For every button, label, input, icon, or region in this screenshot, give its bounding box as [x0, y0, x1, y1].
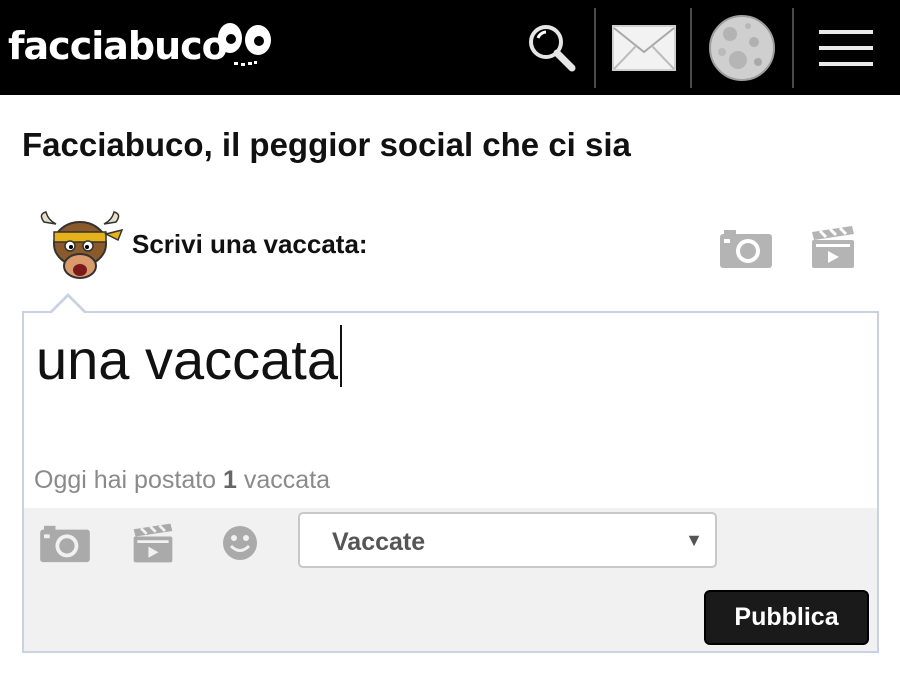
page-title: Facciabuco, il peggior social che ci sia	[22, 126, 631, 163]
logo-eyes-icon	[218, 23, 271, 66]
smiley-icon[interactable]	[221, 524, 259, 562]
camera-icon[interactable]	[718, 226, 774, 270]
chevron-down-icon: ▼	[685, 530, 703, 550]
site-logo-text[interactable]: facciabuco	[8, 24, 228, 68]
video-clapper-icon[interactable]	[808, 222, 858, 272]
post-textarea[interactable]: una vaccata	[36, 325, 342, 392]
video-clapper-icon[interactable]	[130, 520, 176, 566]
nav-divider	[690, 8, 692, 88]
post-counter: Oggi hai postato 1 vaccata	[34, 466, 330, 495]
text-caret	[339, 325, 342, 387]
moon-avatar-icon	[709, 15, 775, 81]
nav-divider	[792, 8, 794, 88]
menu-button[interactable]	[800, 8, 892, 88]
nav-divider	[594, 8, 596, 88]
post-text-value: una vaccata	[36, 328, 338, 391]
category-select[interactable]: Vaccate ▼	[298, 512, 717, 568]
profile-button[interactable]	[696, 8, 788, 88]
search-button[interactable]	[512, 8, 592, 88]
composer-pointer-inner	[51, 297, 85, 314]
search-icon	[529, 25, 576, 72]
menu-icon	[819, 30, 873, 66]
counter-suffix: vaccata	[243, 466, 331, 494]
top-bar: facciabuco	[0, 0, 900, 95]
composer-label: Scrivi una vaccata:	[132, 229, 368, 259]
category-select-value: Vaccate	[332, 528, 426, 556]
counter-prefix: Oggi hai postato	[34, 466, 217, 494]
camera-icon[interactable]	[38, 522, 92, 564]
messages-button[interactable]	[600, 8, 688, 88]
publish-button[interactable]: Pubblica	[704, 590, 869, 645]
mail-icon	[612, 25, 676, 71]
counter-count: 1	[223, 466, 237, 494]
cow-avatar-icon[interactable]	[36, 210, 124, 282]
